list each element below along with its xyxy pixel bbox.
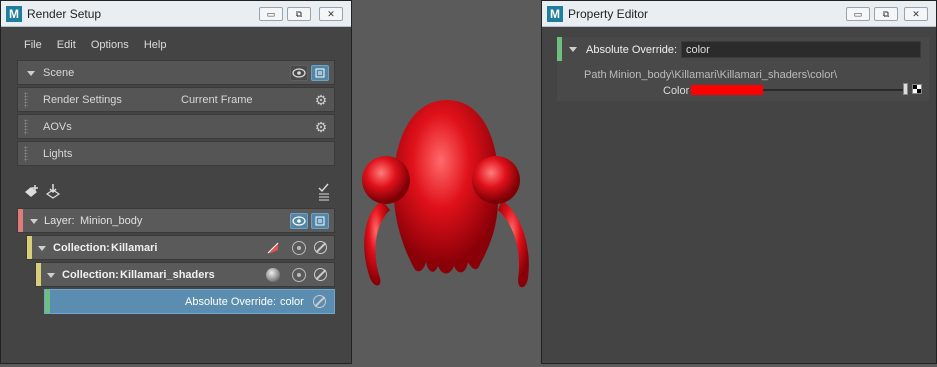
scene-row[interactable]: Scene — [17, 60, 335, 85]
minimize-button[interactable]: ▭ — [846, 7, 870, 21]
eye-icon — [292, 68, 306, 78]
render-setup-window: M Render Setup ▭ ⧉ ✕ File Edit Options H… — [0, 0, 352, 364]
layer-color-strip — [18, 209, 23, 232]
isolate-icon[interactable] — [292, 241, 306, 255]
window-title: Render Setup — [27, 7, 102, 21]
expand-triangle-icon[interactable] — [30, 219, 38, 224]
visibility-eye-button[interactable] — [290, 65, 308, 81]
property-editor-titlebar[interactable]: M Property Editor ▭ ⧉ ✕ — [542, 1, 936, 27]
restore-button[interactable]: ⧉ — [874, 7, 898, 21]
gear-icon[interactable]: ⚙ — [314, 120, 328, 134]
disable-icon[interactable] — [313, 295, 326, 308]
render-layer-icon — [315, 216, 325, 226]
minion-model — [362, 100, 529, 288]
collection-color-strip — [27, 236, 32, 259]
override-row[interactable]: Absolute Override: color — [44, 289, 335, 314]
layer-name: Minion_body — [80, 215, 143, 227]
color-label: Color — [663, 85, 690, 97]
menu-edit[interactable]: Edit — [57, 39, 76, 51]
disable-icon[interactable] — [314, 241, 327, 254]
collection-prefix: Collection: — [62, 269, 119, 281]
collection-color-strip — [36, 263, 41, 286]
path-value: Minion_body\Killamari\Killamari_shaders\… — [609, 69, 838, 81]
drag-grip-icon[interactable] — [24, 146, 28, 162]
override-name-field[interactable]: color — [681, 41, 921, 58]
current-frame-label: Current Frame — [181, 94, 253, 106]
property-panel: Absolute Override: color Path Minion_bod… — [557, 37, 929, 101]
collection-row[interactable]: Collection: Killamari_shaders — [35, 262, 335, 287]
create-layer-icon[interactable] — [22, 183, 40, 201]
restore-button[interactable]: ⧉ — [287, 7, 311, 21]
maya-logo-icon: M — [547, 6, 563, 22]
menu-help[interactable]: Help — [144, 39, 167, 51]
collection-prefix: Collection: — [53, 242, 110, 254]
render-settings-label: Render Settings — [43, 94, 122, 106]
menu-options[interactable]: Options — [91, 39, 129, 51]
render-layer-icon — [315, 68, 325, 78]
property-editor-window: M Property Editor ▭ ⧉ ✕ Absolute Overrid… — [541, 0, 937, 364]
override-label: Absolute Override: — [586, 44, 678, 56]
shader-sphere-icon — [266, 268, 280, 282]
collection-name: Killamari — [111, 242, 158, 254]
scene-label: Scene — [43, 67, 75, 79]
gear-icon[interactable]: ⚙ — [314, 93, 328, 107]
render-settings-row[interactable]: Render Settings Current Frame ⚙ — [17, 87, 335, 112]
drag-grip-icon[interactable] — [24, 119, 28, 135]
window-title: Property Editor — [568, 7, 649, 21]
color-slider-track[interactable] — [763, 89, 903, 91]
checklist-icon[interactable] — [316, 183, 332, 201]
override-label: Absolute Override: — [185, 296, 277, 308]
slider-handle[interactable] — [903, 83, 908, 95]
import-icon[interactable] — [44, 183, 62, 201]
viewport[interactable] — [352, 0, 541, 364]
close-button[interactable]: ✕ — [904, 7, 928, 21]
aovs-row[interactable]: AOVs ⚙ — [17, 114, 335, 139]
map-button-icon[interactable] — [912, 84, 922, 94]
override-value: color — [280, 296, 304, 308]
maya-logo-icon: M — [6, 6, 22, 22]
menu-bar: File Edit Options Help — [24, 39, 178, 57]
override-color-strip — [557, 37, 562, 61]
lights-row[interactable]: Lights — [17, 141, 335, 166]
color-swatch[interactable] — [691, 85, 763, 95]
collection-row[interactable]: Collection: Killamari — [26, 235, 335, 260]
layer-render-button[interactable] — [311, 213, 329, 229]
expand-triangle-icon[interactable] — [38, 246, 46, 251]
render-setup-titlebar[interactable]: M Render Setup ▭ ⧉ ✕ — [1, 1, 351, 27]
expand-triangle-icon[interactable] — [47, 273, 55, 278]
layer-row[interactable]: Layer: Minion_body — [17, 208, 335, 233]
override-color-strip — [45, 290, 50, 313]
render-layer-button[interactable] — [311, 65, 329, 81]
menu-file[interactable]: File — [24, 39, 42, 51]
shader-swatch-icon — [266, 241, 280, 255]
eye-icon — [292, 216, 306, 226]
collection-name: Killamari_shaders — [120, 269, 215, 281]
layer-prefix: Layer: — [44, 215, 75, 227]
minimize-button[interactable]: ▭ — [259, 7, 283, 21]
expand-triangle-icon[interactable] — [569, 47, 577, 52]
disable-icon[interactable] — [314, 268, 327, 281]
layer-visibility-button[interactable] — [290, 213, 308, 229]
path-prefix: Path — [584, 69, 607, 81]
lights-label: Lights — [43, 148, 73, 160]
expand-triangle-icon[interactable] — [27, 71, 35, 76]
isolate-icon[interactable] — [292, 268, 306, 282]
close-button[interactable]: ✕ — [319, 7, 343, 21]
aovs-label: AOVs — [43, 121, 72, 133]
drag-grip-icon[interactable] — [24, 92, 28, 108]
